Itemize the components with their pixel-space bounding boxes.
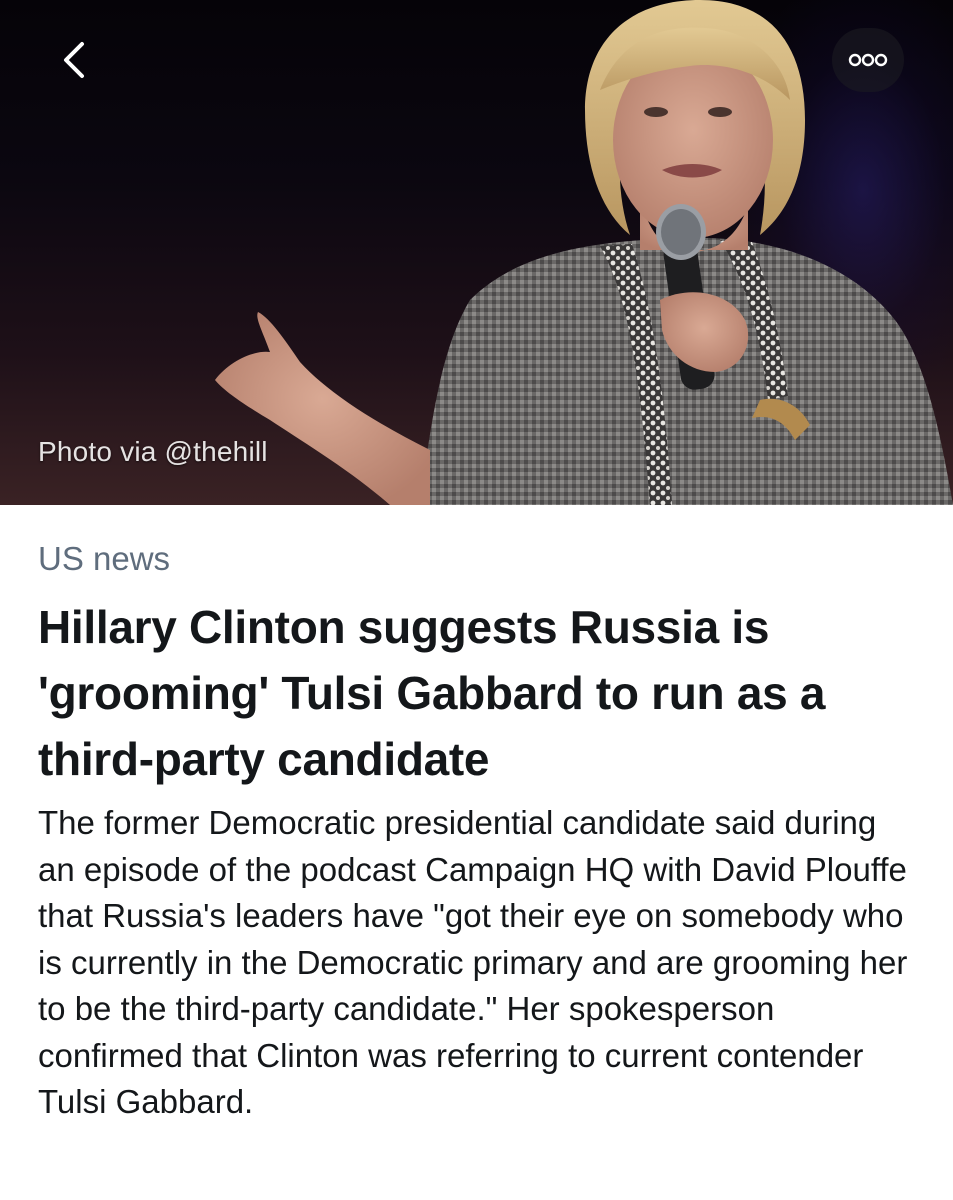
speaker-photo [215,0,953,505]
article-summary: The former Democratic presidential candi… [38,804,908,1120]
photo-credit: Photo via @thehill [38,436,268,467]
back-button[interactable] [46,32,102,88]
more-options-button[interactable] [832,28,904,92]
hero-image: Photo via @thehill [0,0,953,505]
article-category[interactable]: US news [38,538,918,580]
chevron-left-icon [64,42,84,78]
more-options-icon [848,53,888,67]
article-headline[interactable]: Hillary Clinton suggests Russia is 'groo… [38,594,918,792]
article-content: US news Hillary Clinton suggests Russia … [38,538,918,1126]
